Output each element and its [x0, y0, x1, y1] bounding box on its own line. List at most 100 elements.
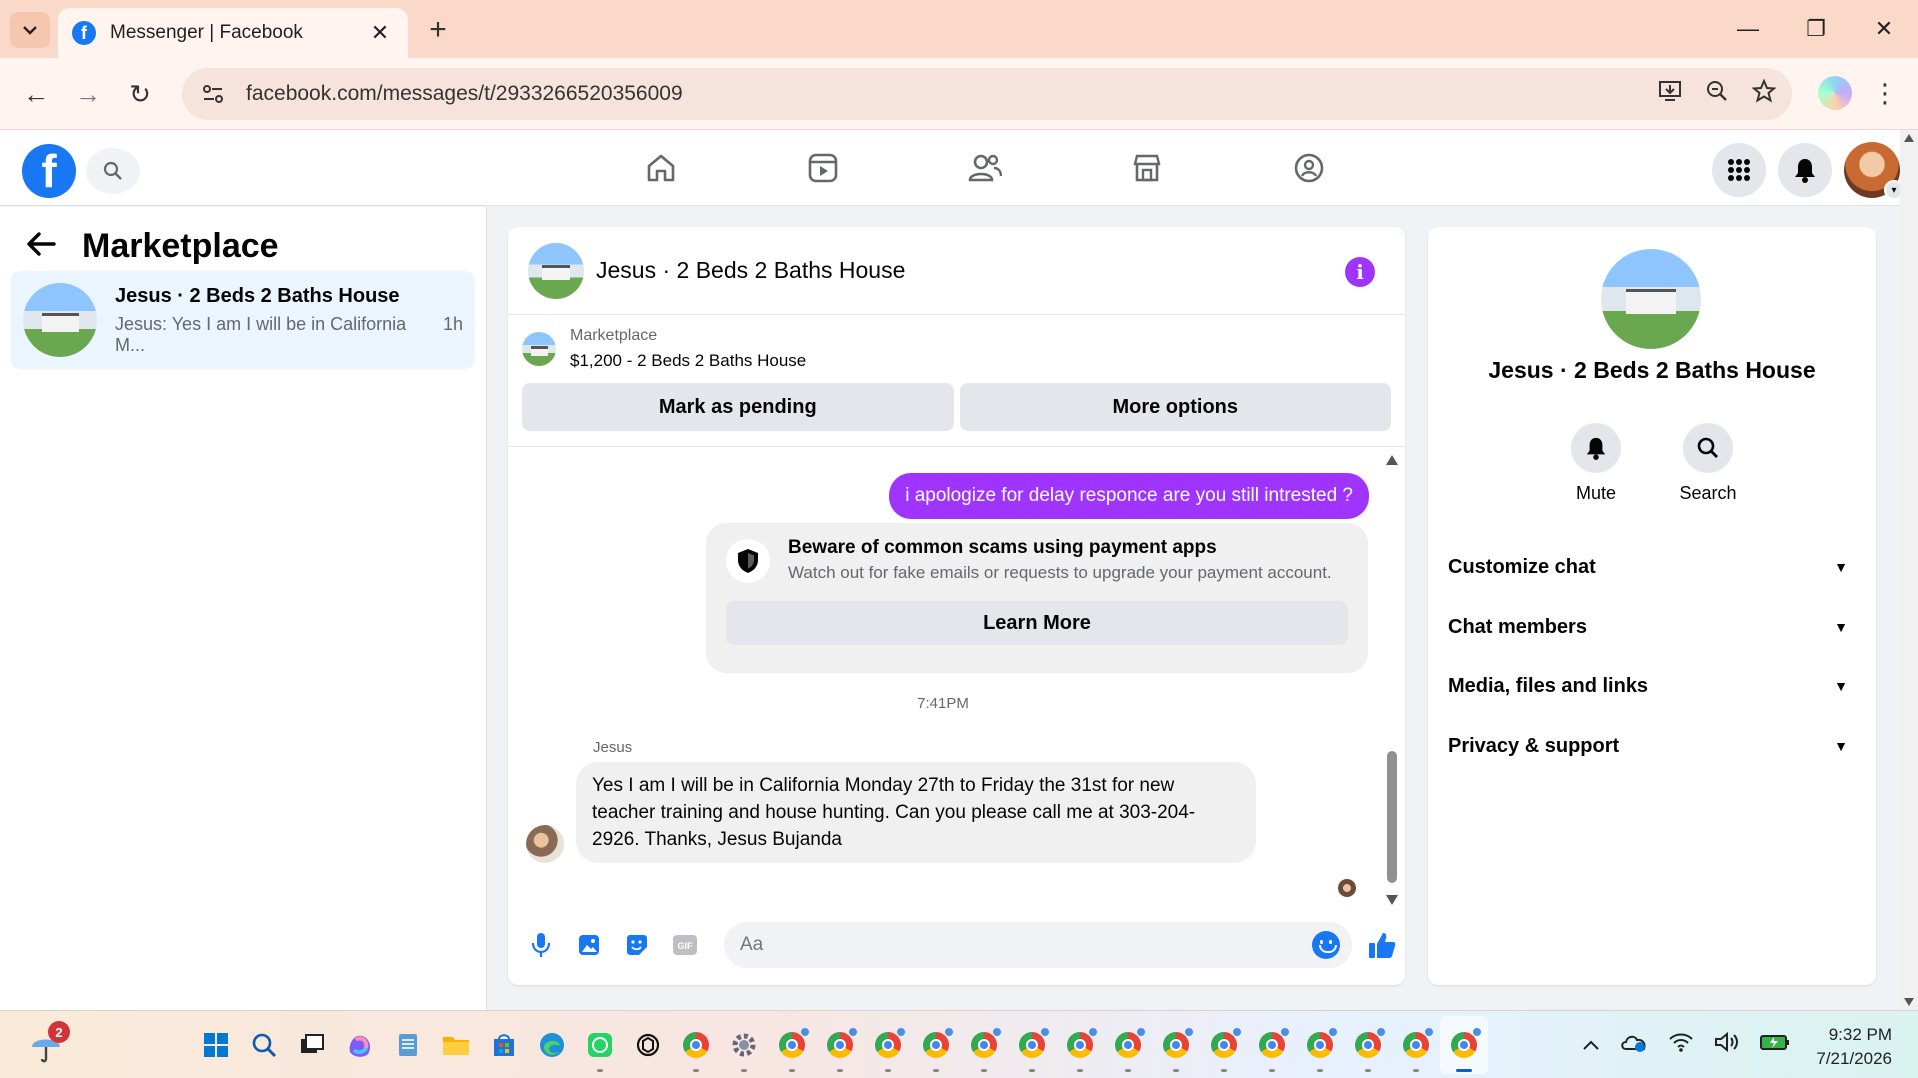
notepad-app[interactable] [384, 1016, 432, 1074]
tab-search-button[interactable] [10, 12, 50, 48]
close-window-button[interactable]: ✕ [1850, 0, 1918, 58]
listing-price-title[interactable]: $1,200 - 2 Beds 2 Baths House [570, 351, 806, 371]
chrome-app-12[interactable] [1248, 1016, 1296, 1074]
back-arrow-icon[interactable] [26, 228, 62, 265]
message-input[interactable] [724, 922, 1352, 968]
browser-toolbar: ← → ↻ facebook.com/messages/t/2933266520… [0, 58, 1918, 130]
sidebar-title: Marketplace [82, 227, 279, 265]
chrome-app-2[interactable] [768, 1016, 816, 1074]
install-app-icon[interactable] [1658, 80, 1682, 108]
account-avatar[interactable]: ▾ [1844, 142, 1904, 200]
show-hidden-icons-chevron-icon[interactable] [1582, 1034, 1600, 1057]
chrome-app-9[interactable] [1104, 1016, 1152, 1074]
forward-button[interactable]: → [70, 76, 106, 112]
restore-button[interactable]: ❐ [1782, 0, 1850, 58]
chrome-app-11[interactable] [1200, 1016, 1248, 1074]
chrome-app-6[interactable] [960, 1016, 1008, 1074]
chat-scrollbar[interactable] [1384, 449, 1400, 905]
photo-icon[interactable] [572, 928, 606, 962]
privacy-support-section[interactable]: Privacy & support ▼ [1448, 718, 1856, 774]
chrome-app-1[interactable] [672, 1016, 720, 1074]
browser-menu-icon[interactable]: ⋮ [1872, 76, 1898, 110]
message-list[interactable]: i apologize for delay responce are you s… [508, 449, 1405, 905]
store-app[interactable] [480, 1016, 528, 1074]
outgoing-message[interactable]: i apologize for delay responce are you s… [889, 473, 1369, 519]
info-avatar[interactable] [1601, 249, 1701, 349]
video-icon [808, 153, 838, 183]
settings-app[interactable] [720, 1016, 768, 1074]
chat-title[interactable]: Jesus · 2 Beds 2 Baths House [596, 257, 905, 284]
mark-as-pending-button[interactable]: Mark as pending [522, 383, 954, 431]
nav-video[interactable] [742, 130, 904, 206]
thumbs-up-icon[interactable] [1364, 927, 1400, 963]
facebook-search-button[interactable] [86, 148, 140, 194]
chrome-app-7[interactable] [1008, 1016, 1056, 1074]
incoming-message[interactable]: Yes I am I will be in California Monday … [576, 762, 1256, 863]
copilot-app[interactable] [336, 1016, 384, 1074]
system-clock[interactable]: 9:32 PM 7/21/2026 [1816, 1023, 1892, 1071]
reload-button[interactable]: ↻ [122, 76, 158, 112]
learn-more-button[interactable]: Learn More [726, 601, 1348, 645]
file-explorer-app[interactable] [432, 1016, 480, 1074]
chrome-app-10[interactable] [1152, 1016, 1200, 1074]
more-options-button[interactable]: More options [959, 383, 1391, 431]
facebook-logo-icon[interactable]: f [22, 144, 76, 198]
grid-icon [1728, 159, 1750, 181]
chrome-app-13[interactable] [1296, 1016, 1344, 1074]
nav-friends[interactable] [904, 130, 1066, 206]
conversation-time: 1h [442, 313, 463, 334]
sender-avatar[interactable] [526, 825, 564, 863]
chrome-app-14[interactable] [1344, 1016, 1392, 1074]
message-timestamp: 7:41PM [917, 695, 969, 712]
chrome-app-4[interactable] [864, 1016, 912, 1074]
volume-icon[interactable] [1714, 1031, 1740, 1059]
url-text: facebook.com/messages/t/2933266520356009 [246, 82, 683, 105]
page-scrollbar[interactable] [1900, 130, 1918, 1010]
back-button[interactable]: ← [18, 76, 54, 112]
chrome-app-15[interactable] [1392, 1016, 1440, 1074]
chat-avatar[interactable] [528, 242, 584, 299]
taskbar-search[interactable] [240, 1016, 288, 1074]
browser-profile-avatar[interactable] [1818, 76, 1852, 110]
onedrive-icon[interactable] [1620, 1031, 1648, 1059]
chrome-app-5[interactable] [912, 1016, 960, 1074]
chatgpt-app[interactable] [624, 1016, 672, 1074]
voice-clip-icon[interactable] [524, 928, 558, 962]
listing-thumbnail[interactable] [522, 332, 556, 366]
gif-icon[interactable]: GIF [668, 928, 702, 962]
edge-app[interactable] [528, 1016, 576, 1074]
groups-icon [1294, 153, 1324, 183]
task-view[interactable] [288, 1016, 336, 1074]
whatsapp-app[interactable] [576, 1016, 624, 1074]
nav-home[interactable] [580, 130, 742, 206]
chevron-down-icon: ▼ [1834, 559, 1848, 575]
media-files-links-section[interactable]: Media, files and links ▼ [1448, 658, 1856, 714]
chrome-app-3[interactable] [816, 1016, 864, 1074]
zoom-icon[interactable] [1706, 80, 1728, 108]
customize-chat-section[interactable]: Customize chat ▼ [1448, 539, 1856, 595]
nav-marketplace[interactable] [1066, 130, 1228, 206]
nav-gaming[interactable] [1228, 130, 1390, 206]
tab-close-icon[interactable]: ✕ [366, 20, 394, 46]
address-bar[interactable]: facebook.com/messages/t/2933266520356009 [182, 68, 1792, 120]
menu-grid-button[interactable] [1712, 143, 1766, 197]
browser-tab-messenger[interactable]: f Messenger | Facebook ✕ [58, 8, 408, 58]
chrome-app-active[interactable] [1440, 1016, 1488, 1074]
start-button[interactable] [192, 1016, 240, 1074]
minimize-button[interactable]: — [1714, 0, 1782, 58]
new-tab-button[interactable]: + [420, 14, 456, 50]
bookmark-star-icon[interactable] [1751, 78, 1777, 109]
wifi-icon[interactable] [1668, 1031, 1694, 1059]
mute-button[interactable]: Mute [1563, 423, 1629, 504]
sticker-icon[interactable] [620, 928, 654, 962]
chrome-app-8[interactable] [1056, 1016, 1104, 1074]
conversation-list-item[interactable]: Jesus · 2 Beds 2 Baths House Jesus: Yes … [11, 271, 475, 369]
emoji-icon[interactable] [1312, 931, 1340, 959]
notifications-button[interactable] [1778, 143, 1832, 197]
site-info-icon[interactable] [198, 79, 228, 109]
info-icon[interactable]: i [1345, 257, 1375, 287]
battery-icon[interactable] [1760, 1033, 1790, 1057]
conversation-avatar [23, 283, 97, 357]
chat-members-section[interactable]: Chat members ▼ [1448, 599, 1856, 655]
search-conversation-button[interactable]: Search [1675, 423, 1741, 504]
